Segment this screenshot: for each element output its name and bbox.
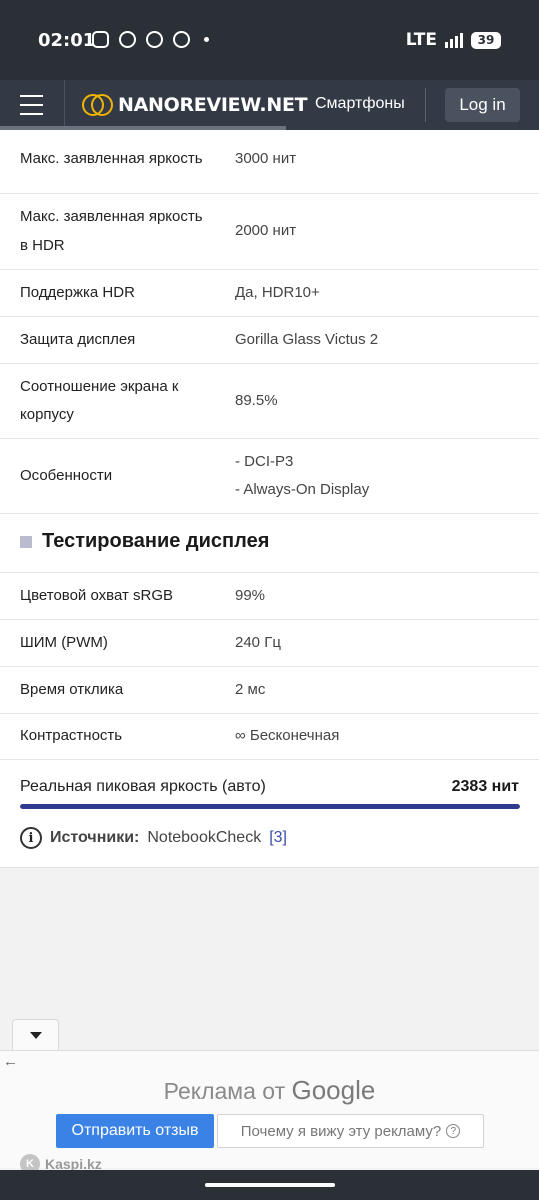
test-label: Цветовой охват sRGB: [20, 586, 174, 604]
section-title: Тестирование дисплея: [42, 530, 270, 552]
ad-collapse-tab[interactable]: [12, 1019, 59, 1051]
test-row: ШИМ (PWM) 240 Гц: [0, 620, 539, 667]
send-feedback-button[interactable]: Отправить отзыв: [56, 1114, 214, 1148]
ad-banner: ← Реклама от Google Отправить отзыв Поче…: [0, 1050, 539, 1174]
notification-icons: [92, 31, 209, 48]
logo-rings-icon: [82, 94, 114, 116]
login-button[interactable]: Log in: [445, 88, 520, 122]
info-icon: i: [20, 827, 42, 849]
spec-label: Макс. заявленная яркость: [20, 150, 203, 168]
spec-row: Макс. заявленная яркость в HDR 2000 нит: [0, 194, 539, 270]
display-specs-card: Макс. заявленная яркость 3000 нит Макс. …: [0, 130, 539, 868]
spec-label: Особенности: [20, 466, 113, 484]
sources-line: i Источники: NotebookCheck [3]: [20, 827, 287, 849]
sources-link[interactable]: [3]: [269, 829, 287, 847]
spec-label: Макс. заявленная яркость в HDR: [20, 208, 203, 254]
clock: 02:01: [38, 30, 96, 51]
system-indicators: LTE 39: [406, 30, 501, 50]
chat-icon: [146, 31, 163, 48]
google-logo: Google: [291, 1075, 376, 1105]
sources-value: NotebookCheck: [147, 829, 262, 846]
site-header: NANOREVIEW.NET Смартфоны Log in: [0, 80, 539, 130]
spec-label: Поддержка HDR: [20, 283, 135, 301]
spec-row: Особенности - DCI-P3 - Always-On Display: [0, 439, 539, 514]
back-arrow-icon[interactable]: ←: [3, 1053, 18, 1070]
header-divider: [64, 80, 65, 130]
spec-value: Да, HDR10+: [235, 283, 320, 301]
network-type: LTE: [405, 30, 437, 50]
signal-icon: [445, 32, 463, 48]
kaspi-icon: [173, 31, 190, 48]
menu-icon[interactable]: [20, 95, 43, 115]
spec-value: 2000 нит: [235, 222, 297, 240]
status-bar: 02:01 LTE 39: [0, 0, 539, 80]
spec-value: Gorilla Glass Victus 2: [235, 330, 379, 348]
spec-row: Соотношение экрана к корпусу 89.5%: [0, 364, 539, 439]
test-label: Контрастность: [20, 727, 123, 745]
spec-label: Соотношение экрана к корпусу: [20, 377, 179, 424]
more-notifications-dot: [204, 37, 209, 42]
feature-item: - DCI-P3: [235, 452, 294, 470]
peak-brightness-fill: [20, 804, 520, 809]
spec-value-list: - DCI-P3 - Always-On Display: [235, 448, 369, 505]
spec-row: Макс. заявленная яркость 3000 нит: [0, 130, 539, 194]
nav-smartphones-link[interactable]: Смартфоны: [315, 95, 405, 113]
peak-brightness-label: Реальная пиковая яркость (авто): [20, 778, 266, 795]
whatsapp-icon: [119, 31, 136, 48]
caret-down-icon: [29, 1032, 42, 1039]
test-value: 240 Гц: [235, 633, 281, 651]
test-value: 2 мс: [235, 680, 266, 698]
battery-icon: 39: [471, 31, 501, 49]
peak-brightness-bar: [20, 804, 520, 809]
test-value: ∞ Бесконечная: [235, 727, 340, 745]
instagram-icon: [92, 31, 109, 48]
test-value: 99%: [235, 586, 266, 604]
spec-row: Поддержка HDR Да, HDR10+: [0, 270, 539, 317]
peak-brightness-value: 2383 нит: [451, 778, 519, 795]
why-this-ad-button[interactable]: Почему я вижу эту рекламу? ?: [217, 1114, 484, 1148]
home-gesture-handle[interactable]: [205, 1183, 335, 1187]
ad-title-prefix: Реклама от: [163, 1078, 286, 1104]
site-logo[interactable]: NANOREVIEW.NET: [82, 94, 308, 116]
test-label: ШИМ (PWM): [20, 633, 108, 651]
ad-title: Реклама от Google: [0, 1075, 539, 1106]
test-row: Цветовой охват sRGB 99%: [0, 573, 539, 620]
section-heading: Тестирование дисплея: [20, 530, 269, 553]
section-marker-icon: [20, 535, 32, 548]
help-icon: ?: [446, 1124, 461, 1138]
spec-row: Защита дисплея Gorilla Glass Victus 2: [0, 317, 539, 364]
test-row: Контрастность ∞ Бесконечная: [0, 714, 539, 760]
spec-value: 3000 нит: [235, 150, 297, 168]
header-divider: [425, 88, 426, 122]
sources-label: Источники:: [50, 829, 140, 846]
system-nav-bar: [0, 1170, 539, 1200]
test-row: Время отклика 2 мс: [0, 667, 539, 714]
spec-label: Защита дисплея: [20, 330, 136, 348]
why-this-ad-label: Почему я вижу эту рекламу?: [240, 1122, 442, 1140]
feature-item: - Always-On Display: [235, 481, 370, 498]
logo-text: NANOREVIEW.NET: [118, 94, 308, 116]
test-label: Время отклика: [20, 680, 124, 698]
spec-value: 89.5%: [235, 391, 278, 409]
